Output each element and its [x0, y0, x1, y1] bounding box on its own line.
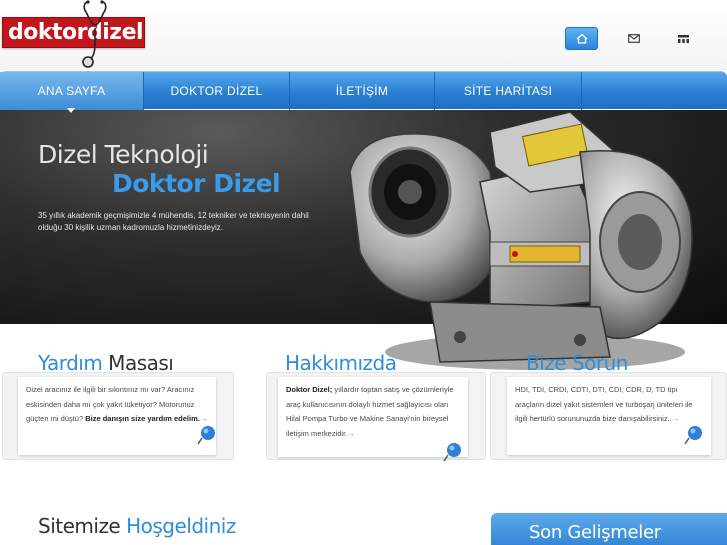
- latest-news-header: Son Gelişmeler: [491, 513, 727, 545]
- latest-news-title: Son Gelişmeler: [529, 522, 661, 543]
- site-logo[interactable]: doktordizel: [2, 17, 145, 48]
- nav-item-doktor-dizel[interactable]: DOKTOR DİZEL: [144, 72, 290, 110]
- stethoscope-icon: [82, 0, 107, 68]
- banner-subtitle: Doktor Dizel: [112, 169, 281, 198]
- help-desk-more-link[interactable]: →: [200, 414, 208, 423]
- ask-us-text: HDI, TDI, CRDI, CDTI, DTI, CDI, CDR, D, …: [515, 385, 693, 423]
- page: doktordizel ANA SAYFA DOKTOR DİZEL İLETİ…: [0, 0, 727, 545]
- about-note: Doktor Dizel; yıllardır toptan satış ve …: [278, 377, 468, 457]
- latest-part2: Gelişmeler: [561, 522, 661, 543]
- turbocharger-image: [349, 112, 693, 370]
- nav-item-iletisim[interactable]: İLETİŞİM: [290, 72, 435, 110]
- sitemap-icon: [678, 34, 689, 43]
- main-nav: ANA SAYFA DOKTOR DİZEL İLETİŞİM SİTE HAR…: [0, 71, 727, 110]
- nav-item-site-haritasi[interactable]: SİTE HARİTASI: [435, 72, 582, 110]
- ask-us-note: HDI, TDI, CRDI, CDTI, DTI, CDI, CDR, D, …: [507, 377, 711, 455]
- home-button[interactable]: [565, 27, 598, 50]
- mail-icon: [627, 34, 640, 43]
- banner-title: Dizel Teknoloji: [38, 140, 209, 169]
- welcome-part2: Hoşgeldiniz: [120, 514, 236, 538]
- home-icon: [576, 33, 587, 44]
- about-more-link[interactable]: →: [347, 429, 355, 438]
- site-header: doktordizel: [0, 0, 727, 70]
- welcome-heading: Sitemize Hoşgeldiniz: [38, 514, 236, 538]
- help-desk-note: Dizel aracınız ile ilgili bir sıkıntınız…: [18, 377, 216, 455]
- logo-text: doktordizel: [8, 20, 144, 45]
- about-lead: Doktor Dizel;: [286, 385, 333, 394]
- pushpin-icon: [197, 426, 215, 445]
- welcome-part1: Sitemize: [38, 514, 121, 538]
- help-desk-cta[interactable]: Bize danışın size yardım edelim.: [85, 414, 200, 423]
- ask-us-more-link[interactable]: →: [672, 414, 680, 423]
- contact-button[interactable]: [617, 27, 650, 50]
- pushpin-icon: [684, 426, 702, 445]
- banner-description: 35 yıllık akademik geçmişimizle 4 mühend…: [38, 211, 309, 232]
- pushpin-icon: [443, 443, 461, 462]
- nav-item-ana-sayfa[interactable]: ANA SAYFA: [0, 72, 144, 110]
- sitemap-button[interactable]: [667, 27, 700, 50]
- latest-part1: Son: [529, 522, 562, 543]
- active-nav-pointer: [67, 108, 75, 113]
